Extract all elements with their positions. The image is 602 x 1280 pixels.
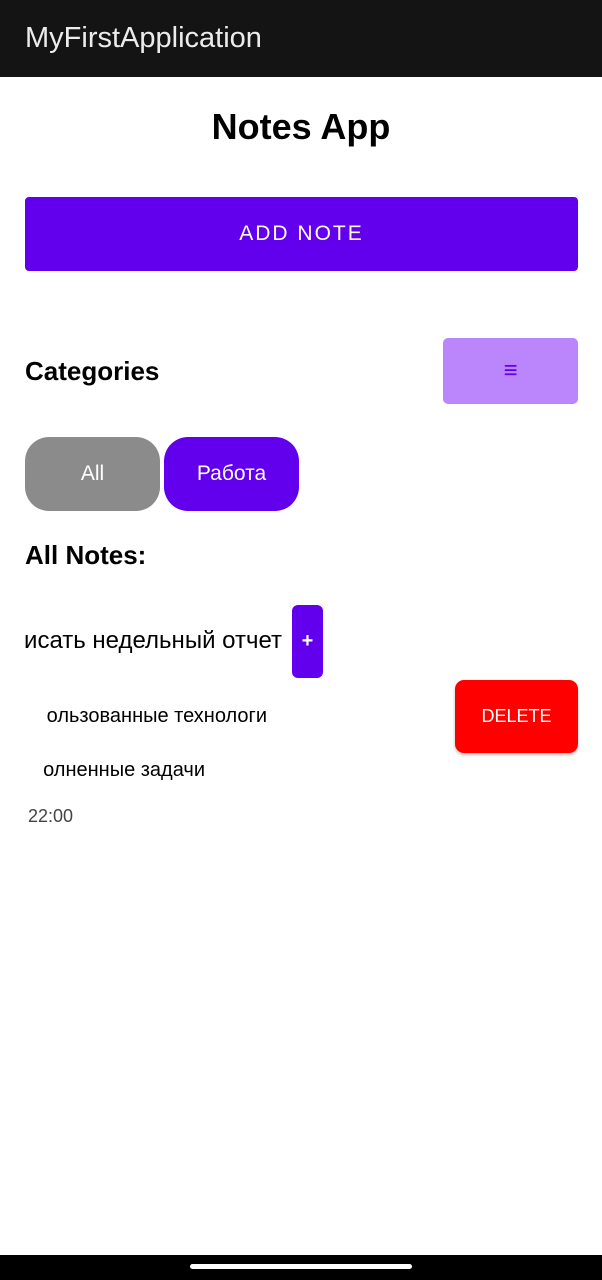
note-title: исать недельный отчет: [24, 627, 282, 654]
app-bar: MyFirstApplication: [0, 0, 602, 77]
app-title: MyFirstApplication: [25, 22, 262, 54]
category-chip-work[interactable]: Работа: [164, 437, 299, 511]
menu-icon: ≡: [503, 357, 518, 384]
delete-note-button[interactable]: DELETE: [455, 680, 578, 753]
categories-heading: Categories: [25, 356, 160, 386]
note-text-line: олненные задачи: [43, 759, 205, 781]
add-to-category-button[interactable]: +: [292, 605, 323, 678]
note-item[interactable]: исать недельный отчет ользованные технол…: [0, 600, 290, 860]
category-chip-all[interactable]: All: [25, 437, 160, 511]
system-nav-bar: [0, 1255, 602, 1280]
note-text-line: ользованные технологи: [46, 705, 267, 727]
add-note-button[interactable]: ADD NOTE: [25, 197, 578, 271]
notes-heading: All Notes:: [25, 540, 147, 570]
page-title: Notes App: [211, 106, 391, 147]
home-indicator[interactable]: [190, 1264, 412, 1269]
category-menu-button[interactable]: ≡: [443, 338, 578, 404]
note-time: 22:00: [28, 806, 74, 826]
